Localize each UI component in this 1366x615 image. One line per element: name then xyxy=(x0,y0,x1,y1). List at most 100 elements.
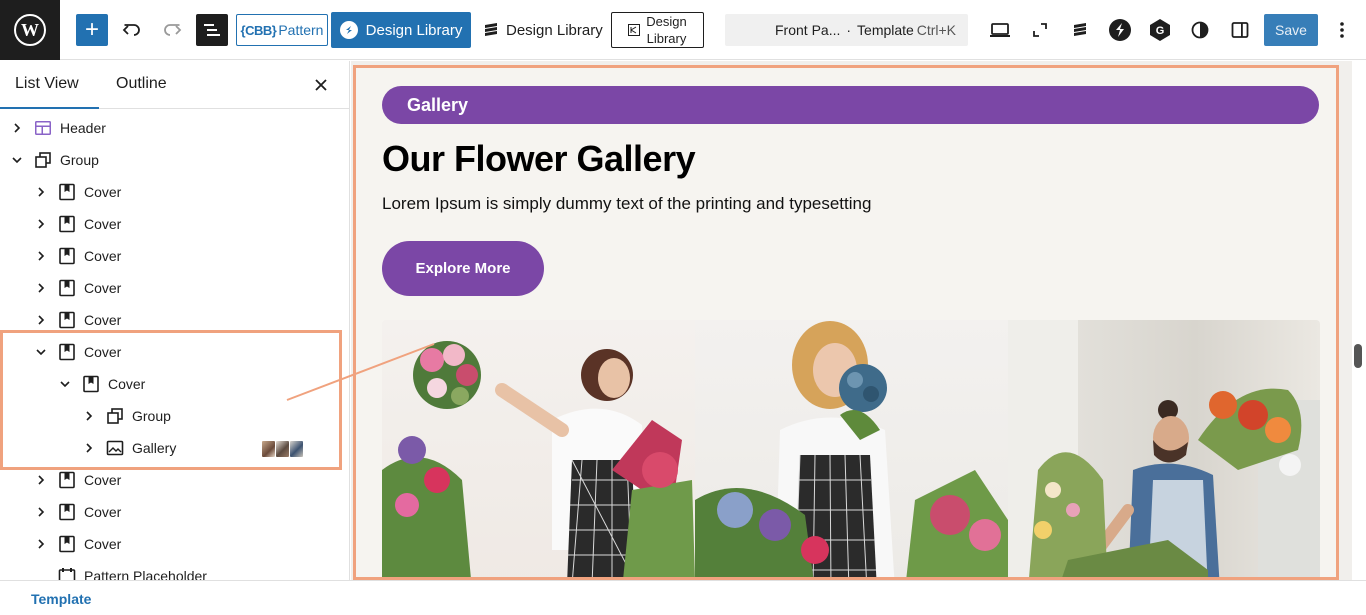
canvas-scroll-thumb[interactable] xyxy=(1354,344,1362,368)
style-contrast-icon[interactable] xyxy=(1184,14,1216,46)
list-item-cover[interactable]: Cover xyxy=(34,240,121,272)
list-item-label: Pattern Placeholder xyxy=(84,568,207,580)
gallery-image-1[interactable] xyxy=(382,320,695,577)
chevron-down-icon[interactable] xyxy=(58,377,72,391)
editor-toolbar: W + {CBB} Pattern Design Library Design … xyxy=(0,0,1366,60)
close-icon[interactable] xyxy=(309,73,333,97)
chevron-right-icon[interactable] xyxy=(82,409,96,423)
design-library-outlined-label: Design Library xyxy=(646,13,686,47)
breadcrumb-template[interactable]: Template xyxy=(31,591,91,607)
group-icon xyxy=(106,407,124,425)
cover-icon xyxy=(58,471,76,489)
settings-sidebar-icon[interactable] xyxy=(1224,14,1256,46)
layers-icon[interactable] xyxy=(1064,14,1096,46)
gallery-thumbnail-image xyxy=(276,441,289,457)
list-item-label: Cover xyxy=(84,504,122,520)
chevron-down-icon[interactable] xyxy=(10,153,24,167)
add-block-button[interactable]: + xyxy=(76,14,108,46)
cover-icon xyxy=(58,535,76,553)
design-library-outlined-line2: Library xyxy=(646,31,687,46)
list-item-label: Cover xyxy=(84,184,122,200)
list-item-label: Cover xyxy=(84,344,122,360)
wordpress-logo-icon[interactable]: W xyxy=(0,0,60,60)
design-library-button-outlined[interactable]: Design Library xyxy=(611,12,704,48)
cover-icon xyxy=(58,343,76,361)
cbb-pattern-label: Pattern xyxy=(278,22,324,38)
list-item-label: Group xyxy=(132,408,171,424)
list-item-cover[interactable]: Cover xyxy=(34,528,121,560)
list-item-label: Cover xyxy=(84,472,122,488)
page-title[interactable]: Our Flower Gallery xyxy=(382,138,696,180)
cover-icon xyxy=(58,247,76,265)
chevron-right-icon[interactable] xyxy=(34,249,48,263)
list-item-cover[interactable]: Cover xyxy=(34,176,121,208)
list-item-cover[interactable]: Cover xyxy=(34,208,121,240)
list-item-cover-expanded[interactable]: Cover xyxy=(34,336,121,368)
chevron-right-icon[interactable] xyxy=(34,505,48,519)
chevron-right-icon[interactable] xyxy=(34,185,48,199)
list-item-group[interactable]: Group xyxy=(10,144,99,176)
chevron-right-icon[interactable] xyxy=(34,313,48,327)
list-item-label: Header xyxy=(60,120,106,136)
chevron-right-icon[interactable] xyxy=(34,217,48,231)
save-button[interactable]: Save xyxy=(1264,14,1318,46)
chevron-right-icon[interactable] xyxy=(34,537,48,551)
fullscreen-icon[interactable] xyxy=(1024,14,1056,46)
design-library-button-primary[interactable]: Design Library xyxy=(331,12,471,48)
list-view-sidebar: List View Outline Header Group Cover Cov… xyxy=(0,61,350,580)
device-preview-icon[interactable] xyxy=(984,14,1016,46)
document-type: Template xyxy=(857,22,914,38)
cover-icon xyxy=(82,375,100,393)
list-view-toggle-icon[interactable] xyxy=(196,14,228,46)
gallery-image-2[interactable] xyxy=(695,320,1008,577)
cover-icon xyxy=(58,215,76,233)
design-library-button-secondary[interactable]: Design Library xyxy=(482,14,603,46)
chevron-right-icon[interactable] xyxy=(82,441,96,455)
chevron-right-icon[interactable] xyxy=(34,473,48,487)
design-library-label: Design Library xyxy=(365,21,463,39)
list-item-gallery[interactable]: Gallery xyxy=(82,432,176,464)
canvas-scrollbar[interactable] xyxy=(1352,61,1366,580)
list-item-group-nested[interactable]: Group xyxy=(82,400,171,432)
chevron-right-icon[interactable] xyxy=(34,281,48,295)
hero-subtitle[interactable]: Lorem Ipsum is simply dummy text of the … xyxy=(382,194,871,214)
tab-list-view[interactable]: List View xyxy=(0,61,99,109)
redo-icon[interactable] xyxy=(156,14,188,46)
list-item-label: Gallery xyxy=(132,440,177,456)
generateblocks-icon[interactable]: G xyxy=(1144,14,1176,46)
chevron-down-icon[interactable] xyxy=(34,345,48,359)
chevron-right-icon[interactable] xyxy=(10,121,24,135)
list-item-cover[interactable]: Cover xyxy=(34,272,121,304)
gallery-image-3[interactable] xyxy=(1008,320,1320,577)
command-palette-button[interactable]: Front Pa... · Template Ctrl+K xyxy=(725,14,968,46)
undo-icon[interactable] xyxy=(116,14,148,46)
layers-logo-icon xyxy=(485,23,497,36)
list-item-cover[interactable]: Cover xyxy=(34,496,121,528)
cover-icon xyxy=(58,311,76,329)
cbb-logo-icon: {CBB} xyxy=(240,22,277,38)
editor-canvas: Gallery Our Flower Gallery Lorem Ipsum i… xyxy=(351,61,1366,580)
tab-outline[interactable]: Outline xyxy=(116,61,167,109)
stackable-icon[interactable] xyxy=(1104,14,1136,46)
stackable-logo-icon xyxy=(339,21,358,39)
list-item-label: Group xyxy=(60,152,99,168)
list-item-cover-nested[interactable]: Cover xyxy=(58,368,145,400)
command-shortcut: Ctrl+K xyxy=(916,22,956,38)
document-title: Front Pa... xyxy=(775,22,841,38)
list-item-pattern-placeholder[interactable]: Pattern Placeholder xyxy=(58,560,207,580)
title-separator: · xyxy=(846,22,852,38)
editor-footer: Template xyxy=(0,580,1366,615)
list-item-cover[interactable]: Cover xyxy=(34,464,121,496)
list-item-label: Cover xyxy=(84,536,122,552)
gallery-pill-heading[interactable]: Gallery xyxy=(382,86,1319,124)
header-icon xyxy=(34,119,52,137)
list-item-label: Cover xyxy=(84,280,122,296)
cbb-pattern-button[interactable]: {CBB} Pattern xyxy=(236,14,328,46)
cover-icon xyxy=(58,503,76,521)
list-item-header[interactable]: Header xyxy=(10,112,106,144)
options-kebab-icon[interactable] xyxy=(1326,14,1358,46)
sidebar-tabs: List View Outline xyxy=(0,61,349,109)
selected-cover-block[interactable]: Gallery Our Flower Gallery Lorem Ipsum i… xyxy=(353,65,1339,580)
explore-more-button[interactable]: Explore More xyxy=(382,241,544,296)
pattern-placeholder-icon xyxy=(58,567,76,580)
